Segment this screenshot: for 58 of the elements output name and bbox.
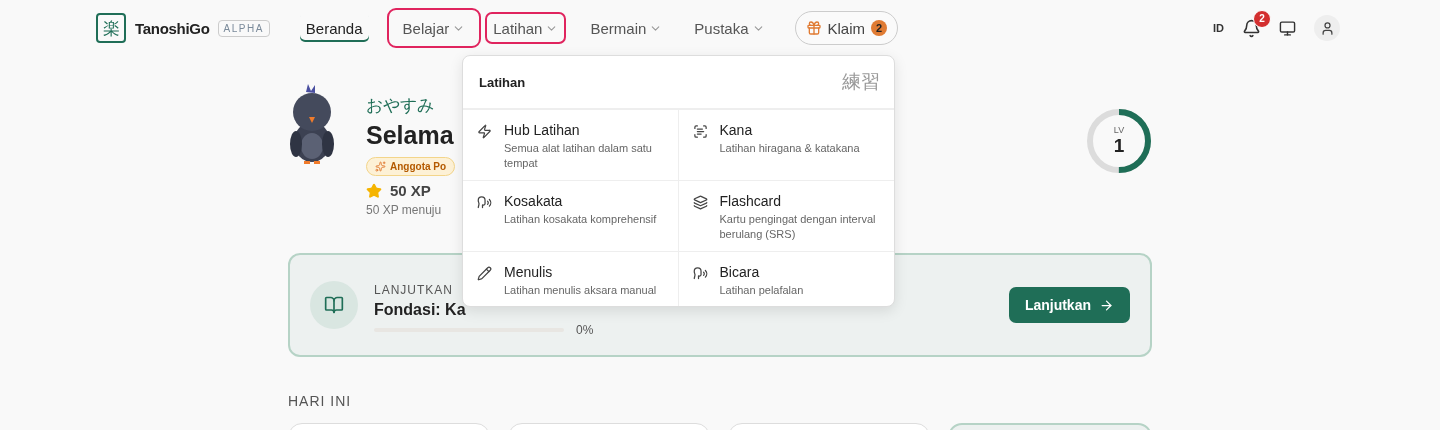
greeting-japanese: おやすみ (366, 94, 435, 117)
notification-count: 2 (1253, 9, 1271, 28)
menu-item-description: Latihan pelafalan (719, 283, 804, 298)
menu-item[interactable]: Kana Latihan hiragana & katakana (678, 110, 894, 181)
language-code[interactable]: ID (1213, 22, 1224, 34)
course-title: Fondasi: Ka (374, 301, 466, 319)
menu-item[interactable]: Menulis Latihan menulis aksara manual (463, 252, 679, 306)
menu-item-description: Latihan menulis aksara manual (504, 283, 657, 298)
user-avatar[interactable] (1314, 15, 1340, 41)
menu-title: Latihan (479, 74, 526, 90)
menu-item-description: Semua alat latihan dalam satu tempat (504, 141, 653, 171)
speaking-head-icon (477, 195, 492, 210)
speaking-head-icon (692, 266, 708, 281)
monitor-icon[interactable] (1279, 19, 1296, 37)
section-heading: HARI INI (288, 393, 353, 409)
nav-tab[interactable]: Beranda (297, 12, 371, 44)
layers-icon (692, 195, 708, 210)
menu-item[interactable]: Bicara Latihan pelafalan (678, 252, 894, 306)
menu-item[interactable]: Flashcard Kartu pengingat dengan interval berulang (SRS) (678, 181, 894, 252)
member-badge: Anggota Po (366, 157, 456, 176)
menu-item-description: Latihan hiragana & katakana (719, 141, 860, 156)
level-ring (1086, 108, 1152, 174)
menu-item-title: Kana (719, 122, 754, 138)
menu-item-title: Menulis (504, 264, 554, 280)
arrow-right-icon (1099, 297, 1114, 313)
menu-item[interactable]: Kosakata Latihan kosakata komprehensif (463, 181, 679, 252)
alpha-badge: ALPHA (217, 19, 270, 37)
menu-item-title: Kosakata (504, 193, 564, 209)
level-label: LV (1113, 125, 1125, 135)
gift-icon (805, 20, 822, 36)
pencil-icon (477, 266, 492, 281)
bolt-icon (477, 124, 492, 139)
level-value: 1 (1113, 135, 1125, 157)
claim-count: 2 (871, 20, 888, 36)
menu-item-title: Bicara (719, 264, 761, 280)
nav-tab[interactable]: Belajar (386, 8, 482, 48)
notification-icon[interactable] (1242, 18, 1261, 38)
nav-tab[interactable]: Bermain (582, 12, 671, 44)
text-scan-icon (692, 124, 708, 139)
continue-button[interactable]: Lanjutkan (1008, 287, 1130, 323)
continue-eyebrow: LANJUTKAN (374, 283, 453, 297)
xp-note: 50 XP menuju (366, 203, 443, 217)
menu-item-title: Flashcard (719, 193, 782, 209)
menu-item-title: Hub Latihan (504, 122, 581, 138)
menu-kanji: 練習 (842, 69, 880, 94)
xp-total: 50 XP (390, 182, 431, 199)
logo[interactable]: 楽 (96, 13, 126, 43)
nav-tab[interactable]: Pustaka (686, 12, 773, 44)
brand-name: TanoshiGo (135, 19, 210, 37)
book-icon (324, 295, 344, 315)
menu-item[interactable]: Hub Latihan Semua alat latihan dalam satu tempat (463, 110, 679, 181)
progress-percent: 0% (576, 323, 594, 337)
star-icon (366, 182, 382, 199)
menu-item-description: Kartu pengingat dengan interval berulang (SRS) (719, 212, 877, 242)
greeting-title: Selama (366, 121, 455, 150)
claim-button[interactable]: Klaim 2 (794, 11, 899, 45)
menu-item-description: Latihan kosakata komprehensif (504, 212, 657, 227)
nav-tab[interactable]: Latihan (485, 12, 567, 44)
